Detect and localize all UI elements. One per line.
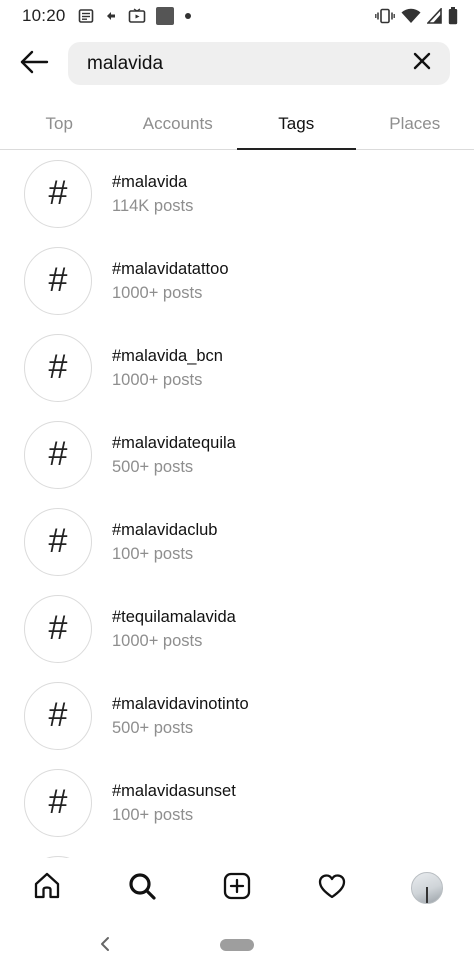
hashtag-icon: # bbox=[24, 507, 92, 576]
back-button[interactable] bbox=[14, 44, 54, 84]
tag-name: #tequilamalavida bbox=[112, 607, 236, 626]
bottom-nav bbox=[0, 858, 474, 918]
home-pill[interactable] bbox=[220, 939, 254, 951]
home-icon bbox=[32, 871, 62, 906]
tag-result-row[interactable]: # #malavida 114K posts bbox=[0, 150, 474, 237]
battery-icon bbox=[448, 7, 458, 25]
hashtag-icon: # bbox=[24, 333, 92, 402]
tag-text: #malavidasunset 100+ posts bbox=[112, 780, 236, 826]
profile-avatar bbox=[410, 872, 443, 904]
status-left-icons bbox=[78, 7, 192, 25]
status-right-icons bbox=[375, 7, 458, 25]
system-back-button[interactable] bbox=[97, 934, 113, 958]
search-input[interactable] bbox=[87, 42, 408, 85]
tab-places[interactable]: Places bbox=[356, 100, 474, 149]
tag-post-count: 500+ posts bbox=[112, 457, 194, 476]
tab-top[interactable]: Top bbox=[0, 100, 119, 149]
tag-result-row[interactable]: # #malavidatequila 500+ posts bbox=[0, 411, 474, 498]
tag-text: #malavidaclub 100+ posts bbox=[112, 519, 217, 565]
add-post-icon bbox=[222, 871, 252, 906]
nav-home[interactable] bbox=[0, 871, 95, 906]
tag-text: #malavidatequila 500+ posts bbox=[112, 432, 236, 478]
tag-name: #malavidaclub bbox=[112, 520, 218, 539]
square-icon bbox=[155, 7, 174, 25]
status-time: 10:20 bbox=[22, 6, 66, 25]
search-tabs: Top Accounts Tags Places bbox=[0, 100, 474, 150]
hashtag-icon: # bbox=[24, 594, 92, 663]
news-icon bbox=[78, 8, 94, 24]
tag-post-count: 100+ posts bbox=[112, 544, 194, 563]
tag-post-count: 1000+ posts bbox=[112, 370, 203, 389]
chevron-left-icon bbox=[100, 936, 110, 957]
tv-icon bbox=[128, 8, 146, 24]
hashtag-icon: # bbox=[24, 159, 92, 228]
tag-result-row-partial[interactable] bbox=[0, 846, 474, 858]
tag-result-row[interactable]: # #malavidaclub 100+ posts bbox=[0, 498, 474, 585]
hashtag-icon: # bbox=[24, 681, 92, 750]
dot-icon bbox=[184, 12, 192, 20]
signal-icon bbox=[427, 8, 442, 24]
tag-text: #malavida_bcn 1000+ posts bbox=[112, 345, 223, 391]
clear-search-button[interactable] bbox=[408, 50, 436, 78]
tag-name: #malavidatequila bbox=[112, 433, 236, 452]
search-icon bbox=[127, 871, 157, 906]
hashtag-icon: # bbox=[24, 420, 92, 489]
tab-accounts[interactable]: Accounts bbox=[119, 100, 238, 149]
nav-search[interactable] bbox=[95, 871, 190, 906]
hashtag-icon: # bbox=[24, 246, 92, 315]
tag-text: #tequilamalavida 1000+ posts bbox=[112, 606, 236, 652]
tag-post-count: 100+ posts bbox=[112, 805, 194, 824]
nav-new-post[interactable] bbox=[190, 871, 285, 906]
nav-profile[interactable] bbox=[379, 872, 474, 904]
search-box bbox=[68, 42, 450, 85]
app-icon bbox=[104, 9, 118, 23]
close-icon bbox=[413, 52, 431, 75]
hashtag-icon: # bbox=[24, 768, 92, 837]
tag-result-row[interactable]: # #malavidatattoo 1000+ posts bbox=[0, 237, 474, 324]
tag-name: #malavidatattoo bbox=[112, 259, 229, 278]
tag-name: #malavidasunset bbox=[112, 781, 236, 800]
tag-post-count: 1000+ posts bbox=[112, 283, 203, 302]
nav-activity[interactable] bbox=[284, 871, 379, 906]
tag-text: #malavida 114K posts bbox=[112, 171, 193, 217]
tag-post-count: 500+ posts bbox=[112, 718, 194, 737]
tag-result-row[interactable]: # #malavidasunset 100+ posts bbox=[0, 759, 474, 846]
search-header bbox=[0, 42, 474, 86]
heart-icon bbox=[317, 871, 347, 906]
wifi-icon bbox=[401, 8, 421, 24]
tag-text: #malavidatattoo 1000+ posts bbox=[112, 258, 229, 304]
tag-post-count: 1000+ posts bbox=[112, 631, 203, 650]
status-bar: 10:20 bbox=[0, 0, 474, 32]
tab-tags[interactable]: Tags bbox=[237, 100, 356, 150]
tag-name: #malavidavinotinto bbox=[112, 694, 249, 713]
tag-result-row[interactable]: # #tequilamalavida 1000+ posts bbox=[0, 585, 474, 672]
tag-results-list: # #malavida 114K posts # #malavidatattoo… bbox=[0, 150, 474, 858]
back-arrow-icon bbox=[19, 50, 49, 79]
tag-text: #malavidavinotinto 500+ posts bbox=[112, 693, 249, 739]
tag-post-count: 114K posts bbox=[112, 196, 194, 215]
vibrate-icon bbox=[375, 8, 395, 24]
system-nav-bar bbox=[0, 918, 474, 974]
tag-name: #malavida_bcn bbox=[112, 346, 223, 365]
tag-result-row[interactable]: # #malavidavinotinto 500+ posts bbox=[0, 672, 474, 759]
tag-result-row[interactable]: # #malavida_bcn 1000+ posts bbox=[0, 324, 474, 411]
tag-name: #malavida bbox=[112, 172, 188, 191]
